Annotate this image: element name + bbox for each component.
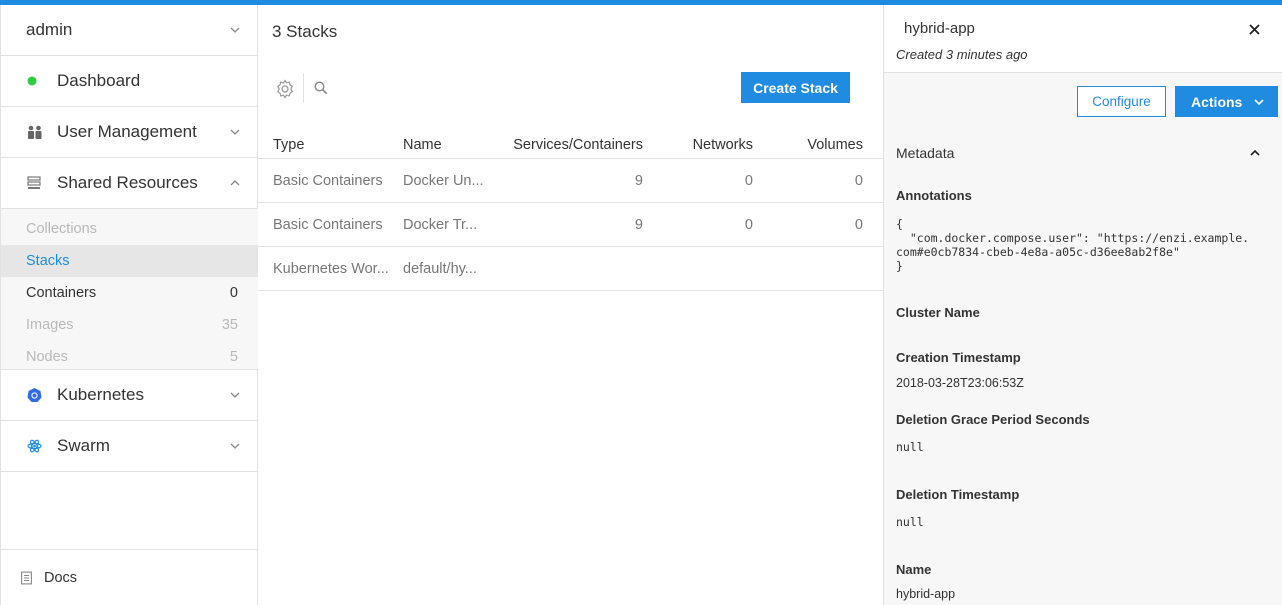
name-value: hybrid-app bbox=[896, 587, 956, 601]
chevron-down-icon bbox=[230, 129, 240, 135]
sidebar-item-swarm[interactable]: Swarm bbox=[1, 421, 258, 472]
column-header-volumes[interactable]: Volumes bbox=[807, 137, 863, 153]
panel-title: hybrid-app bbox=[904, 20, 975, 37]
sidebar-item-label: Stacks bbox=[26, 253, 70, 269]
table-row[interactable]: Basic Containers Docker Tr... 9 0 0 bbox=[258, 203, 883, 247]
sidebar-item-label: Swarm bbox=[57, 436, 110, 455]
document-icon bbox=[21, 571, 32, 584]
user-name: admin bbox=[26, 20, 73, 39]
sidebar-item-stacks[interactable]: Stacks bbox=[1, 245, 258, 277]
page-title: 3 Stacks bbox=[272, 22, 338, 41]
deletion-grace-value: null bbox=[896, 440, 924, 454]
table-row[interactable]: Kubernetes Wor... default/hy... bbox=[258, 247, 883, 291]
cell-type: Basic Containers bbox=[273, 172, 383, 189]
stack-icon bbox=[27, 176, 41, 189]
panel-header: hybrid-app Created 3 minutes ago bbox=[884, 5, 1282, 73]
annotations-value: { "com.docker.compose.user": "https://en… bbox=[896, 217, 1250, 273]
column-header-services[interactable]: Services/Containers bbox=[513, 137, 643, 153]
close-icon[interactable] bbox=[1249, 24, 1260, 35]
kubernetes-icon bbox=[27, 388, 42, 402]
cell-name: default/hy... bbox=[403, 260, 477, 277]
chevron-up-icon bbox=[230, 180, 240, 186]
cluster-name-label: Cluster Name bbox=[896, 305, 980, 320]
users-icon bbox=[28, 125, 42, 139]
sidebar-item-containers[interactable]: Containers 0 bbox=[1, 277, 258, 309]
chevron-down-icon bbox=[230, 27, 240, 33]
sidebar-item-label: Kubernetes bbox=[57, 385, 144, 404]
column-header-name[interactable]: Name bbox=[403, 137, 442, 153]
deletion-grace-label: Deletion Grace Period Seconds bbox=[896, 412, 1090, 427]
column-header-type[interactable]: Type bbox=[273, 137, 304, 153]
panel-subtitle: Created 3 minutes ago bbox=[896, 47, 1028, 62]
sidebar-item-label: Dashboard bbox=[57, 71, 141, 90]
chevron-down-icon bbox=[230, 392, 240, 398]
cell-type: Basic Containers bbox=[273, 216, 383, 233]
sidebar-item-kubernetes[interactable]: Kubernetes bbox=[1, 370, 258, 421]
count-badge: 35 bbox=[221, 317, 238, 333]
sidebar-item-images[interactable]: Images 35 bbox=[1, 309, 258, 341]
cell-name: Docker Tr... bbox=[403, 216, 478, 233]
table-row[interactable]: Basic Containers Docker Un... 9 0 0 bbox=[258, 159, 883, 203]
main-content: 3 Stacks Create Stack Type Name Services… bbox=[258, 5, 883, 605]
chevron-up-icon[interactable] bbox=[1250, 150, 1260, 156]
annotations-label: Annotations bbox=[896, 188, 972, 203]
cell-networks: 0 bbox=[744, 216, 753, 233]
sidebar-item-label: Docs bbox=[44, 569, 78, 586]
sidebar-item-shared-resources[interactable]: Shared Resources bbox=[1, 158, 258, 209]
count-badge: 0 bbox=[229, 285, 238, 301]
stack-detail-panel: hybrid-app Created 3 minutes ago Configu… bbox=[883, 5, 1282, 605]
deletion-timestamp-label: Deletion Timestamp bbox=[896, 487, 1020, 502]
sidebar-item-docs[interactable]: Docs bbox=[1, 549, 258, 605]
sidebar-item-dashboard[interactable]: Dashboard bbox=[1, 56, 258, 107]
sidebar: admin Dashboard User Management Shared R… bbox=[0, 5, 258, 605]
shared-resources-subnav: Collections Stacks Containers 0 Images 3… bbox=[1, 209, 258, 370]
cell-volumes: 0 bbox=[854, 172, 863, 189]
status-dot-icon bbox=[27, 76, 37, 86]
user-menu[interactable]: admin bbox=[1, 5, 258, 56]
sidebar-item-nodes[interactable]: Nodes 5 bbox=[1, 341, 258, 373]
column-header-networks[interactable]: Networks bbox=[693, 137, 753, 153]
cell-services: 9 bbox=[634, 216, 643, 233]
sidebar-item-label: Nodes bbox=[26, 349, 68, 365]
sidebar-item-user-management[interactable]: User Management bbox=[1, 107, 258, 158]
configure-button[interactable]: Configure bbox=[1077, 86, 1166, 117]
deletion-timestamp-value: null bbox=[896, 515, 924, 529]
swarm-icon bbox=[27, 439, 42, 453]
chevron-down-icon bbox=[1254, 98, 1264, 105]
cell-volumes: 0 bbox=[854, 216, 863, 233]
cell-type: Kubernetes Wor... bbox=[273, 260, 389, 277]
sidebar-item-collections[interactable]: Collections bbox=[1, 213, 258, 245]
toolbar-divider bbox=[303, 73, 304, 103]
actions-button[interactable]: Actions bbox=[1175, 86, 1278, 117]
search-icon[interactable] bbox=[314, 81, 328, 95]
actions-button-label: Actions bbox=[1191, 93, 1243, 110]
gear-icon[interactable] bbox=[275, 79, 295, 99]
cell-name: Docker Un... bbox=[403, 172, 484, 189]
sidebar-item-label: Images bbox=[26, 317, 74, 333]
metadata-section-header[interactable]: Metadata bbox=[896, 145, 954, 161]
sidebar-item-label: Collections bbox=[26, 221, 97, 237]
creation-timestamp-value: 2018-03-28T23:06:53Z bbox=[896, 376, 1024, 390]
create-stack-button[interactable]: Create Stack bbox=[741, 72, 850, 103]
sidebar-item-label: Containers bbox=[26, 285, 97, 301]
creation-timestamp-label: Creation Timestamp bbox=[896, 350, 1021, 365]
sidebar-item-label: User Management bbox=[57, 122, 197, 141]
stacks-table: Type Name Services/Containers Networks V… bbox=[258, 132, 883, 291]
cell-services: 9 bbox=[634, 172, 643, 189]
chevron-down-icon bbox=[230, 443, 240, 449]
sidebar-item-label: Shared Resources bbox=[57, 173, 198, 192]
name-label: Name bbox=[896, 562, 932, 577]
table-header: Type Name Services/Containers Networks V… bbox=[258, 132, 883, 159]
count-badge: 5 bbox=[229, 349, 238, 365]
cell-networks: 0 bbox=[744, 172, 753, 189]
